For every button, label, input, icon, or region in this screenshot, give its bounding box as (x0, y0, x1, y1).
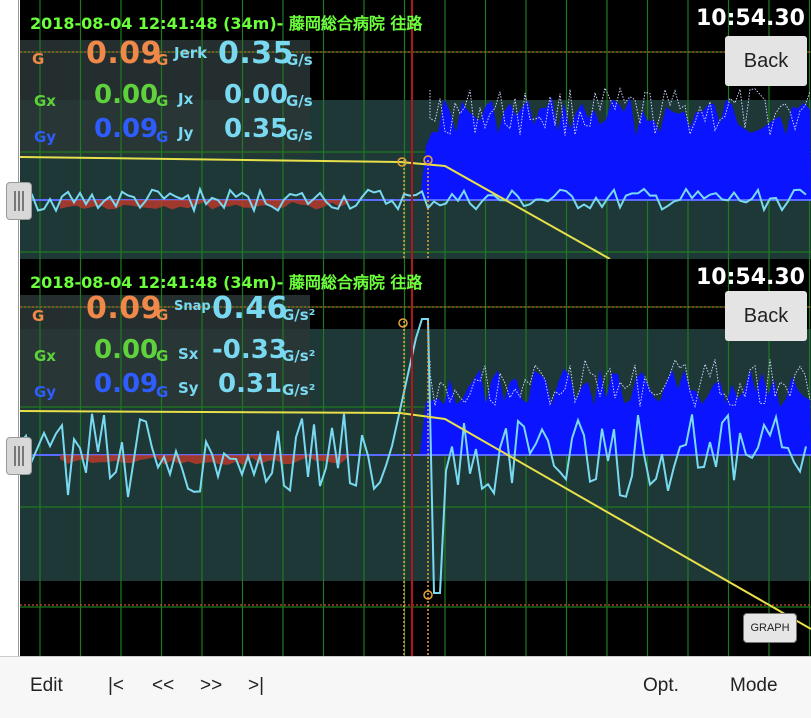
gy-label: Gy (34, 128, 57, 146)
gy-unit: G (156, 383, 169, 401)
step-forward-button[interactable]: >> (200, 675, 222, 697)
top-gx-row: Gx 0.00 G Jx 0.00 G/s (20, 80, 320, 116)
gx-label: Gx (34, 92, 56, 110)
gy-unit: G (156, 128, 169, 146)
g-value: 0.09 (86, 36, 163, 71)
sx-label: Sx (178, 345, 199, 363)
top-clock: 10:54.30 (695, 6, 805, 31)
jerk-label: Jerk (174, 44, 208, 62)
app-window: 2018-08-04 12:41:48 (34m)- 藤岡総合病院 往路 10:… (0, 0, 811, 718)
jy-value: 0.35 (224, 114, 289, 144)
top-g-row: G 0.09 G Jerk 0.35 G/s (20, 36, 320, 72)
bottom-trip-header: 2018-08-04 12:41:48 (34m)- 藤岡総合病院 往路 (30, 273, 423, 292)
bottom-pane-drag-handle[interactable] (6, 437, 32, 475)
jx-value: 0.00 (224, 80, 289, 110)
jerk-unit: G/s (286, 51, 313, 69)
gx-unit: G (156, 347, 169, 365)
sy-value: 0.31 (218, 369, 283, 399)
bottom-gy-row: Gy 0.09 G Sy 0.31 G/s² (20, 369, 320, 405)
sx-unit: G/s² (282, 347, 316, 365)
bottom-back-button[interactable]: Back (725, 291, 807, 341)
gx-value: 0.00 (94, 335, 159, 365)
jy-unit: G/s (286, 126, 313, 144)
step-back-button[interactable]: << (152, 675, 174, 697)
sx-value: -0.33 (212, 335, 287, 365)
gx-unit: G (156, 92, 169, 110)
left-border-line (18, 0, 19, 656)
gy-value: 0.09 (94, 369, 159, 399)
gy-value: 0.09 (94, 114, 159, 144)
edit-button[interactable]: Edit (30, 675, 63, 697)
jump-first-button[interactable]: |< (108, 675, 124, 697)
bottom-graph-pane[interactable]: 2018-08-04 12:41:48 (34m)- 藤岡総合病院 往路 10:… (20, 259, 811, 656)
graph-button[interactable]: GRAPH (743, 613, 797, 643)
sy-unit: G/s² (282, 381, 316, 399)
jerk-value: 0.35 (218, 36, 295, 71)
top-graph-pane[interactable]: 2018-08-04 12:41:48 (34m)- 藤岡総合病院 往路 10:… (20, 0, 811, 259)
bottom-clock: 10:54.30 (695, 265, 805, 290)
top-pane-drag-handle[interactable] (6, 182, 32, 220)
g-value: 0.09 (86, 291, 163, 326)
bottom-gx-row: Gx 0.00 G Sx -0.33 G/s² (20, 335, 320, 371)
jx-unit: G/s (286, 92, 313, 110)
bottom-toolbar: Edit |< << >> >| Opt. Mode (0, 656, 811, 718)
left-margin (0, 0, 20, 656)
bottom-g-row: G 0.09 G Snap 0.46 G/s² (20, 291, 320, 327)
jx-label: Jx (178, 90, 194, 108)
g-label: G (32, 50, 45, 68)
top-back-button[interactable]: Back (725, 36, 807, 86)
jump-last-button[interactable]: >| (248, 675, 264, 697)
gx-label: Gx (34, 347, 56, 365)
top-gy-row: Gy 0.09 G Jy 0.35 G/s (20, 114, 320, 150)
g-unit: G (156, 51, 169, 69)
g-unit: G (156, 306, 169, 324)
sy-label: Sy (178, 379, 199, 397)
mode-button[interactable]: Mode (730, 675, 778, 697)
peak-marker (398, 318, 408, 328)
gy-label: Gy (34, 383, 57, 401)
gx-value: 0.00 (94, 80, 159, 110)
snap-value: 0.46 (212, 291, 289, 326)
snap-unit: G/s² (282, 306, 316, 324)
top-trip-header: 2018-08-04 12:41:48 (34m)- 藤岡総合病院 往路 (30, 14, 423, 33)
options-button[interactable]: Opt. (643, 675, 679, 697)
g-label: G (32, 307, 45, 325)
jy-label: Jy (178, 124, 194, 142)
snap-label: Snap (174, 299, 211, 314)
